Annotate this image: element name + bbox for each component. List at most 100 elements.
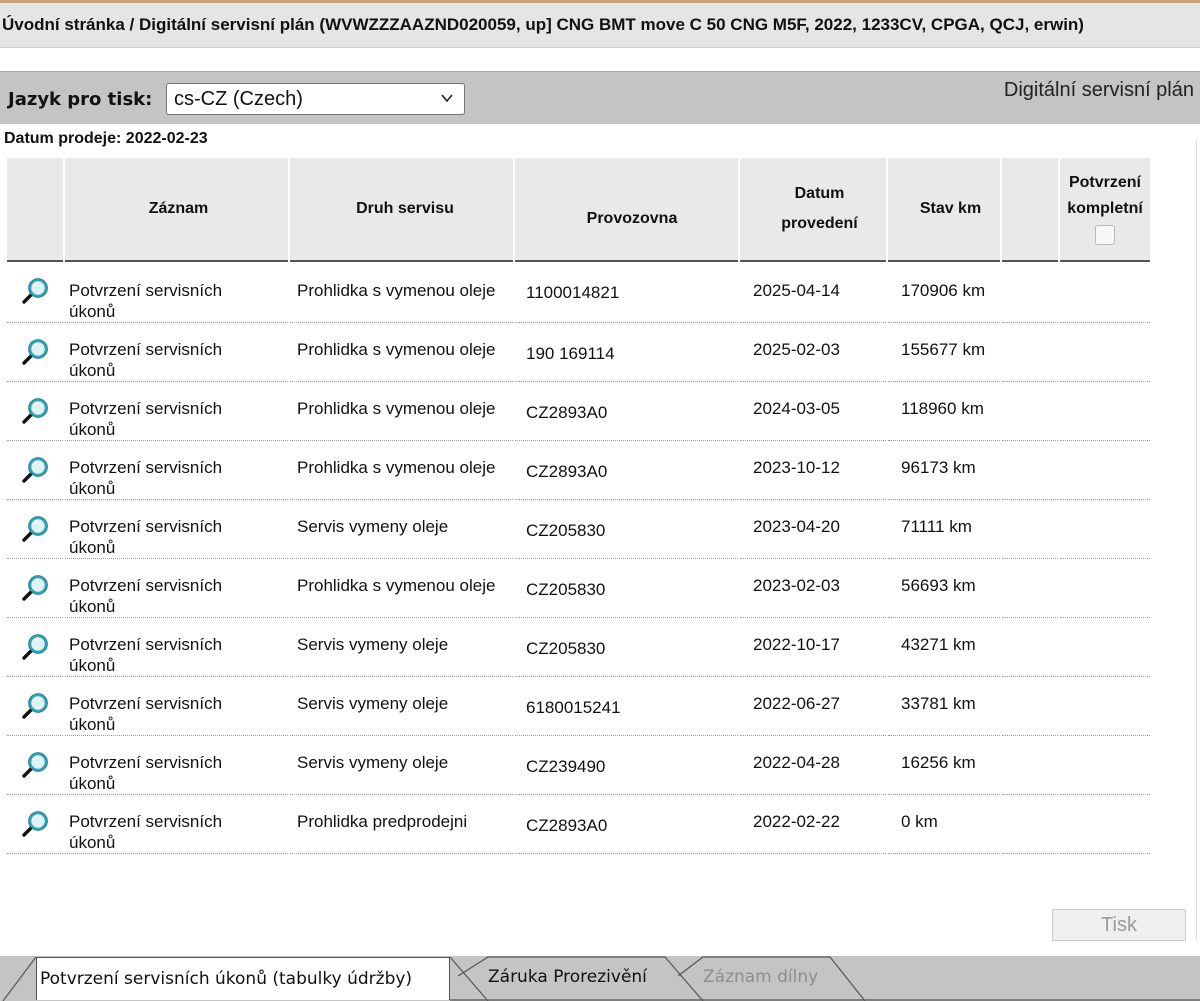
- service-type-cell: Prohlidka s vymenou oleje: [290, 559, 513, 618]
- print-language-select[interactable]: cs-CZ (Czech): [166, 83, 465, 115]
- workshop-cell: CZ205830: [515, 618, 738, 677]
- chevron-down-icon: [441, 94, 453, 103]
- mileage-cell: 71111 km: [888, 500, 1000, 559]
- mileage-cell: 16256 km: [888, 736, 1000, 795]
- view-record-button[interactable]: [7, 441, 63, 500]
- view-record-button[interactable]: [7, 500, 63, 559]
- record-line1: Potvrzení servisních: [69, 576, 223, 595]
- tab-corrosion-warranty[interactable]: Záruka Prorezivění: [488, 956, 647, 998]
- view-record-button[interactable]: [7, 323, 63, 382]
- view-record-button[interactable]: [7, 677, 63, 736]
- table-row: Potvrzení servisních úkonů Prohlidka s vym…: [7, 262, 1150, 323]
- record-line2: úkonů: [69, 597, 116, 616]
- view-record-button[interactable]: [7, 262, 63, 323]
- header-date[interactable]: Datum provedení: [740, 158, 886, 262]
- workshop-cell: 190 169114: [515, 323, 738, 382]
- empty-cell: [1002, 262, 1058, 323]
- view-record-button[interactable]: [7, 795, 63, 854]
- print-language-toolbar: Jazyk pro tisk: cs-CZ (Czech) Digitální …: [0, 71, 1200, 124]
- view-record-button[interactable]: [7, 736, 63, 795]
- header-date-line2: provedení: [781, 215, 858, 232]
- view-record-button[interactable]: [7, 618, 63, 677]
- table-body: Potvrzení servisních úkonů Prohlidka s vym…: [7, 262, 1150, 854]
- mileage-cell: 96173 km: [888, 441, 1000, 500]
- magnifier-icon: [22, 575, 48, 601]
- record-cell: Potvrzení servisních úkonů: [65, 559, 288, 618]
- view-record-button[interactable]: [7, 382, 63, 441]
- table-row: Potvrzení servisních úkonů Servis vymeny o…: [7, 736, 1150, 795]
- header-mileage[interactable]: Stav km: [888, 158, 1000, 262]
- record-line1: Potvrzení servisních: [69, 635, 223, 654]
- record-cell: Potvrzení servisních úkonů: [65, 262, 288, 323]
- record-line2: úkonů: [69, 833, 116, 852]
- confirm-cell: [1060, 323, 1150, 382]
- mileage-cell: 43271 km: [888, 618, 1000, 677]
- empty-cell: [1002, 500, 1058, 559]
- confirm-cell: [1060, 618, 1150, 677]
- empty-cell: [1002, 677, 1058, 736]
- view-record-button[interactable]: [7, 559, 63, 618]
- header-record[interactable]: Záznam: [65, 158, 288, 262]
- workshop-cell: CZ205830: [515, 559, 738, 618]
- empty-cell: [1002, 323, 1058, 382]
- record-line2: úkonů: [69, 774, 116, 793]
- confirm-cell: [1060, 382, 1150, 441]
- date-cell: 2022-10-17: [740, 618, 886, 677]
- tab-service-confirmations[interactable]: Potvrzení servisních úkonů (tabulky údrž…: [36, 957, 450, 1000]
- mileage-cell: 155677 km: [888, 323, 1000, 382]
- service-type-cell: Prohlidka predprodejni: [290, 795, 513, 854]
- service-type-cell: Prohlidka s vymenou oleje: [290, 382, 513, 441]
- record-cell: Potvrzení servisních úkonů: [65, 795, 288, 854]
- workshop-cell: CZ2893A0: [515, 795, 738, 854]
- record-cell: Potvrzení servisních úkonů: [65, 323, 288, 382]
- service-type-cell: Prohlidka s vymenou oleje: [290, 441, 513, 500]
- print-button[interactable]: Tisk: [1052, 909, 1186, 941]
- service-type-cell: Servis vymeny oleje: [290, 618, 513, 677]
- workshop-cell: CZ2893A0: [515, 441, 738, 500]
- date-cell: 2024-03-05: [740, 382, 886, 441]
- record-cell: Potvrzení servisních úkonů: [65, 677, 288, 736]
- header-icon-col: [7, 158, 63, 262]
- record-line2: úkonů: [69, 361, 116, 380]
- record-line2: úkonů: [69, 656, 116, 675]
- header-empty-col: [1002, 158, 1058, 262]
- workshop-cell: CZ2893A0: [515, 382, 738, 441]
- mileage-cell: 56693 km: [888, 559, 1000, 618]
- magnifier-icon: [22, 278, 48, 304]
- record-line2: úkonů: [69, 715, 116, 734]
- empty-cell: [1002, 559, 1058, 618]
- magnifier-icon: [22, 693, 48, 719]
- empty-cell: [1002, 382, 1058, 441]
- table-row: Potvrzení servisních úkonů Prohlidka s vym…: [7, 441, 1150, 500]
- date-cell: 2025-02-03: [740, 323, 886, 382]
- table-row: Potvrzení servisních úkonů Servis vymeny o…: [7, 618, 1150, 677]
- empty-cell: [1002, 795, 1058, 854]
- service-type-cell: Prohlidka s vymenou oleje: [290, 323, 513, 382]
- table-row: Potvrzení servisních úkonů Servis vymeny o…: [7, 500, 1150, 559]
- workshop-cell: CZ205830: [515, 500, 738, 559]
- tab-workshop-record[interactable]: Záznam dílny: [703, 956, 818, 998]
- magnifier-icon: [22, 339, 48, 365]
- header-service-type[interactable]: Druh servisu: [290, 158, 513, 262]
- magnifier-icon: [22, 516, 48, 542]
- confirm-cell: [1060, 795, 1150, 854]
- table-row: Potvrzení servisních úkonů Prohlidka predp…: [7, 795, 1150, 854]
- table-row: Potvrzení servisních úkonů Prohlidka s vym…: [7, 382, 1150, 441]
- confirm-cell: [1060, 736, 1150, 795]
- record-line1: Potvrzení servisních: [69, 753, 223, 772]
- date-cell: 2022-02-22: [740, 795, 886, 854]
- magnifier-icon: [22, 752, 48, 778]
- service-type-cell: Servis vymeny oleje: [290, 736, 513, 795]
- service-type-cell: Servis vymeny oleje: [290, 500, 513, 559]
- right-edge-divider: [1196, 140, 1200, 940]
- bottom-tab-bar: Potvrzení servisních úkonů (tabulky údrž…: [0, 956, 1200, 1001]
- empty-cell: [1002, 441, 1058, 500]
- header-workshop[interactable]: Provozovna: [515, 158, 738, 262]
- date-cell: 2023-10-12: [740, 441, 886, 500]
- magnifier-icon: [22, 398, 48, 424]
- magnifier-icon: [22, 634, 48, 660]
- date-cell: 2023-02-03: [740, 559, 886, 618]
- confirm-all-checkbox[interactable]: [1095, 224, 1115, 245]
- plan-title: Digitální servisní plán: [1003, 79, 1194, 101]
- header-confirm-line2: kompletní: [1067, 200, 1143, 217]
